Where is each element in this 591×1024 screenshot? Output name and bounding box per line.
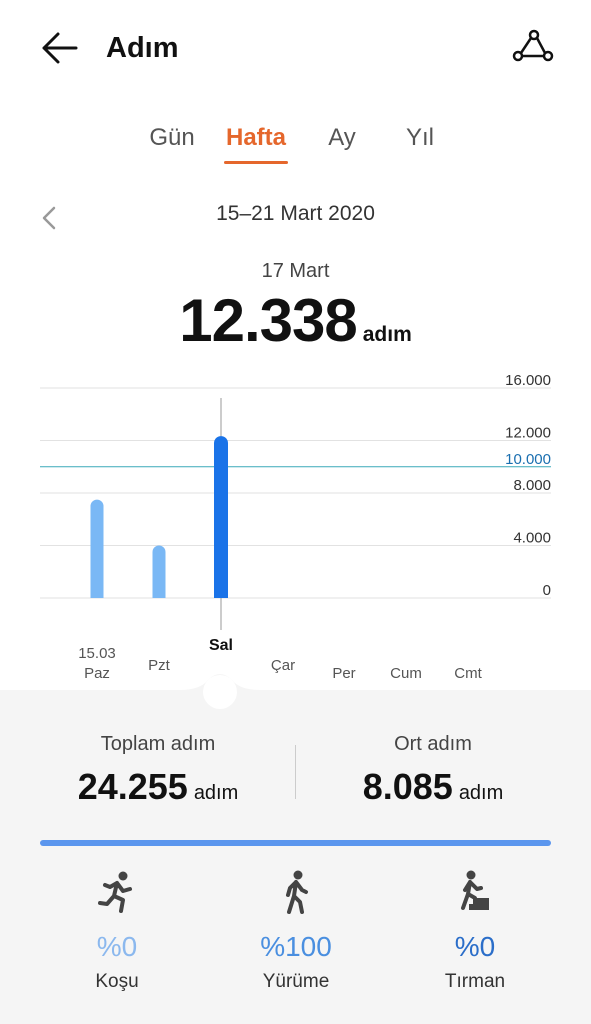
goal-label: 10.000 bbox=[505, 451, 551, 468]
climbing-label: Tırman bbox=[444, 971, 506, 992]
activity-climbing[interactable]: %0 Tırman bbox=[400, 870, 550, 993]
y-tick-label: 0 bbox=[543, 582, 551, 599]
x-tick-label: Sal bbox=[209, 637, 233, 654]
page-title: Adım bbox=[106, 32, 179, 64]
period-tabs: Gün Hafta Ay Yıl bbox=[0, 118, 591, 168]
x-tick-label: Cmt bbox=[454, 665, 482, 682]
chart-bar bbox=[214, 436, 228, 598]
total-steps-unit: adım bbox=[193, 782, 239, 804]
walking-label: Yürüme bbox=[262, 971, 330, 992]
share-icon bbox=[512, 29, 554, 62]
date-navigation: 15–21 Mart 2020 bbox=[0, 196, 591, 240]
x-tick-label: Cum bbox=[390, 665, 422, 682]
y-tick-label: 16.000 bbox=[505, 372, 551, 389]
total-steps-label: Toplam adım bbox=[100, 733, 216, 755]
running-icon bbox=[98, 871, 132, 913]
y-tick-label: 4.000 bbox=[513, 530, 551, 547]
chart-selector-handle[interactable] bbox=[180, 672, 260, 712]
walking-percent: %100 bbox=[260, 931, 332, 962]
stat-divider bbox=[295, 745, 296, 799]
date-range: 15–21 Mart 2020 bbox=[216, 202, 375, 225]
app-header: Adım bbox=[0, 0, 591, 96]
tab-week[interactable]: Hafta bbox=[216, 118, 296, 158]
selected-steps-value: 12.338 bbox=[179, 287, 358, 354]
running-percent: %0 bbox=[96, 931, 138, 962]
tab-month[interactable]: Ay bbox=[316, 118, 368, 158]
x-tick-label: Çar bbox=[271, 657, 295, 674]
climbing-icon bbox=[461, 870, 489, 910]
chart-bar bbox=[90, 499, 104, 598]
tab-year[interactable]: Yıl bbox=[394, 118, 446, 158]
weekly-steps-chart[interactable]: 16.000 12.000 8.000 4.000 0 10.000 Paz Pzt Sal Ça… bbox=[0, 360, 591, 690]
average-steps-unit: adım bbox=[458, 782, 504, 804]
arrow-left-icon bbox=[42, 32, 78, 64]
activity-running[interactable]: %0 Koşu bbox=[42, 870, 192, 993]
selected-steps-unit: adım bbox=[362, 323, 412, 346]
average-steps-stat: Ort adım 8.085 adım bbox=[303, 733, 563, 808]
x-tick-label: Pzt bbox=[148, 657, 171, 674]
chart-bar-base bbox=[152, 585, 166, 598]
total-steps-stat: Toplam adım 24.255 adım bbox=[28, 733, 288, 808]
first-date-label: 15.03 bbox=[78, 645, 116, 662]
chart-bar-base bbox=[90, 585, 104, 598]
average-steps-label: Ort adım bbox=[394, 733, 472, 755]
average-steps-value: 8.085 bbox=[362, 766, 453, 807]
chart-bar-base bbox=[214, 584, 228, 598]
climbing-percent: %0 bbox=[454, 931, 496, 962]
activity-walking[interactable]: %100 Yürüme bbox=[221, 870, 371, 993]
selected-date: 17 Mart bbox=[261, 260, 330, 282]
y-tick-label: 8.000 bbox=[513, 477, 551, 494]
tab-day[interactable]: Gün bbox=[142, 118, 202, 158]
y-tick-label: 12.000 bbox=[505, 425, 551, 442]
share-button[interactable] bbox=[510, 26, 554, 70]
running-label: Koşu bbox=[95, 971, 139, 992]
active-tab-indicator bbox=[224, 161, 288, 164]
walking-icon bbox=[286, 870, 308, 914]
activity-progress-bar bbox=[40, 840, 551, 846]
x-tick-label: Per bbox=[332, 665, 355, 682]
selected-steps: 12.338 adım bbox=[0, 286, 591, 355]
x-tick-label: Paz bbox=[84, 665, 110, 682]
back-button[interactable] bbox=[38, 28, 82, 68]
total-steps-value: 24.255 bbox=[77, 766, 188, 807]
